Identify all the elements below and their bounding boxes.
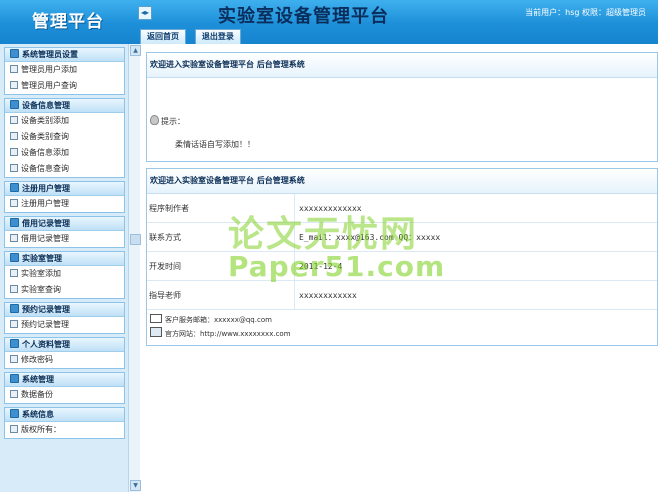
sidebar-group-users: 注册用户管理 注册用户管理 — [4, 181, 125, 213]
sidebar-group-header[interactable]: 实验室管理 — [5, 252, 124, 266]
sidebar-group-system: 系统管理 数据备份 — [4, 372, 125, 404]
info-key: 指导老师 — [147, 280, 295, 310]
sidebar-group-reservation: 预约记录管理 预约记录管理 — [4, 302, 125, 334]
info-value: xxxxxxxxxxxx — [294, 280, 657, 310]
folder-icon — [10, 374, 19, 383]
sidebar-group-header[interactable]: 设备信息管理 — [5, 99, 124, 113]
tip-row: 提示： — [150, 115, 185, 127]
page-icon — [10, 355, 18, 363]
page-icon — [10, 425, 18, 433]
sidebar-item-user-manage[interactable]: 注册用户管理 — [5, 196, 124, 212]
tab-home[interactable]: 返回首页 — [140, 29, 186, 44]
sidebar-item-admin-add[interactable]: 管理员用户添加 — [5, 62, 124, 78]
user-info: 当前用户：hsg 权限：超级管理员 — [525, 8, 646, 17]
folder-icon — [10, 218, 19, 227]
sidebar-item-admin-query[interactable]: 管理员用户查询 — [5, 78, 124, 94]
sidebar-group-header[interactable]: 个人资料管理 — [5, 338, 124, 352]
sidebar-item-category-query[interactable]: 设备类别查询 — [5, 129, 124, 145]
sidebar-group-header[interactable]: 系统信息 — [5, 408, 124, 422]
sidebar-group-lab: 实验室管理 实验室添加 实验室查询 — [4, 251, 125, 299]
folder-icon — [10, 183, 19, 192]
sidebar-item-lab-query[interactable]: 实验室查询 — [5, 282, 124, 298]
sidebar-group-equipment: 设备信息管理 设备类别添加 设备类别查询 设备信息添加 设备信息查询 — [4, 98, 125, 178]
page-icon — [10, 285, 18, 293]
tab-logout[interactable]: 退出登录 — [194, 29, 241, 44]
sidebar-item-equipment-add[interactable]: 设备信息添加 — [5, 145, 124, 161]
sidebar-toggle-icon[interactable]: ◂▸ — [138, 6, 152, 20]
page-icon — [10, 132, 18, 140]
sidebar-item-category-add[interactable]: 设备类别添加 — [5, 113, 124, 129]
welcome-panel: 欢迎进入实验室设备管理平台 后台管理系统 提示： 柔情话语自写添加！！ — [146, 52, 658, 162]
folder-icon — [10, 49, 19, 58]
sidebar-scrollbar[interactable]: ▲ ▼ — [128, 44, 141, 492]
sidebar-item-borrow-manage[interactable]: 借用记录管理 — [5, 231, 124, 247]
page-icon — [10, 269, 18, 277]
sidebar-item-lab-add[interactable]: 实验室添加 — [5, 266, 124, 282]
page-icon — [10, 234, 18, 242]
service-email[interactable]: 客户服务邮箱：xxxxxx@qq.com — [165, 316, 272, 324]
page-icon — [10, 116, 18, 124]
sidebar-item-data-backup[interactable]: 数据备份 — [5, 387, 124, 403]
folder-icon — [10, 253, 19, 262]
sidebar-group-sysinfo: 系统信息 版权所有： — [4, 407, 125, 439]
tip-label: 提示： — [161, 117, 185, 126]
sidebar-group-header[interactable]: 系统管理员设置 — [5, 48, 124, 62]
page-icon — [10, 390, 18, 398]
sidebar-item-copyright: 版权所有： — [5, 422, 124, 438]
table-row: 指导老师 xxxxxxxxxxxx — [147, 280, 657, 310]
scroll-up-icon[interactable]: ▲ — [130, 45, 141, 56]
page-icon — [10, 65, 18, 73]
sidebar-group-admin: 系统管理员设置 管理员用户添加 管理员用户查询 — [4, 47, 125, 95]
brand-title: 管理平台 — [32, 12, 104, 32]
sidebar-group-header[interactable]: 系统管理 — [5, 373, 124, 387]
page-icon — [10, 164, 18, 172]
mail-icon — [150, 314, 162, 323]
top-bar: 管理平台 ◂▸ 实验室设备管理平台 当前用户：hsg 权限：超级管理员 返回首页… — [0, 0, 658, 44]
sidebar-group-header[interactable]: 借用记录管理 — [5, 217, 124, 231]
welcome-heading: 欢迎进入实验室设备管理平台 后台管理系统 — [147, 53, 657, 78]
service-email-row: 客户服务邮箱：xxxxxx@qq.com — [150, 314, 272, 326]
page-icon — [10, 81, 18, 89]
system-title: 实验室设备管理平台 — [218, 6, 389, 27]
top-tabs: 返回首页 退出登录 — [140, 26, 247, 44]
website-icon — [150, 327, 162, 337]
info-heading: 欢迎进入实验室设备管理平台 后台管理系统 — [147, 169, 657, 194]
website-row: 官方网站：http://www.xxxxxxxx.com — [150, 327, 291, 339]
watermark-text: Paper51.com — [228, 250, 446, 283]
website-link[interactable]: 官方网站：http://www.xxxxxxxx.com — [165, 330, 291, 338]
scroll-thumb[interactable] — [130, 234, 141, 245]
lightbulb-icon — [150, 115, 159, 125]
folder-icon — [10, 304, 19, 313]
sidebar-group-header[interactable]: 注册用户管理 — [5, 182, 124, 196]
tip-message: 柔情话语自写添加！！ — [175, 140, 255, 149]
page-icon — [10, 320, 18, 328]
page-icon — [10, 148, 18, 156]
sidebar-group-header[interactable]: 预约记录管理 — [5, 303, 124, 317]
folder-icon — [10, 339, 19, 348]
sidebar-item-equipment-query[interactable]: 设备信息查询 — [5, 161, 124, 177]
sidebar-item-reservation-manage[interactable]: 预约记录管理 — [5, 317, 124, 333]
sidebar: 系统管理员设置 管理员用户添加 管理员用户查询 设备信息管理 设备类别添加 设备… — [0, 44, 128, 492]
folder-icon — [10, 100, 19, 109]
sidebar-group-borrow: 借用记录管理 借用记录管理 — [4, 216, 125, 248]
sidebar-item-change-password[interactable]: 修改密码 — [5, 352, 124, 368]
scroll-down-icon[interactable]: ▼ — [130, 480, 141, 491]
sidebar-group-profile: 个人资料管理 修改密码 — [4, 337, 125, 369]
page-icon — [10, 199, 18, 207]
folder-icon — [10, 409, 19, 418]
